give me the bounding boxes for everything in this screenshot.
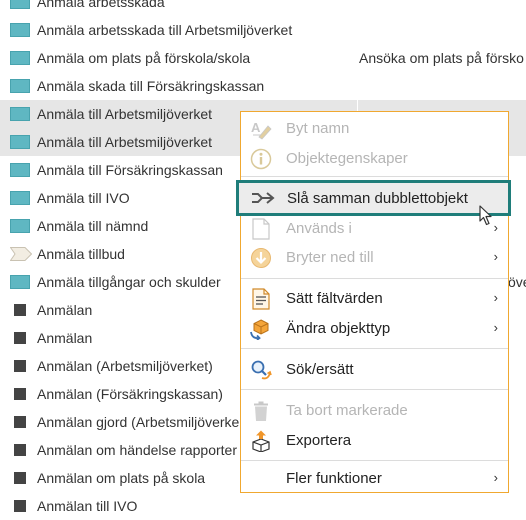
chevron-right-icon: › xyxy=(493,470,498,485)
menu-item-delete-selected[interactable]: Ta bort markerade xyxy=(241,396,508,426)
tag-icon xyxy=(10,247,32,261)
document-icon xyxy=(250,218,272,240)
teal-folder-icon xyxy=(10,191,30,205)
black-square-icon xyxy=(14,444,26,456)
tree-row-label: Anmälan om händelse rapporter xyxy=(37,442,238,458)
tree-row-label: Anmälan (Försäkringskassan) xyxy=(37,386,223,402)
tree-row[interactable]: Anmäla skada till Försäkringskassan xyxy=(0,72,526,100)
context-menu: A Byt namn Objektegenskaper Slå samman d… xyxy=(236,111,511,494)
tree-row-label: Anmäla arbetsskada till Arbetsmiljöverke… xyxy=(37,22,293,38)
trash-icon xyxy=(250,400,272,422)
black-square-icon xyxy=(14,416,26,428)
tree-row-label: Anmälan (Arbetsmiljöverket) xyxy=(37,358,213,374)
chevron-right-icon: › xyxy=(493,290,498,305)
menu-separator xyxy=(241,176,508,177)
tree-row-related-label: Ansöka om plats på försko xyxy=(359,50,524,66)
teal-folder-icon xyxy=(10,219,30,233)
merge-icon xyxy=(251,187,275,209)
rename-icon: A xyxy=(250,118,272,140)
breakdown-icon xyxy=(250,247,272,269)
menu-item-label: Ändra objekttyp xyxy=(286,320,391,337)
export-icon xyxy=(250,430,272,453)
menu-item-label: Sätt fältvärden xyxy=(286,290,383,307)
teal-folder-icon xyxy=(10,51,30,65)
menu-item-label: Fler funktioner xyxy=(286,470,382,487)
menu-item-more-functions[interactable]: Fler funktioner › xyxy=(241,464,508,494)
tree-row[interactable]: Anmäla om plats på förskola/skola Ansöka… xyxy=(0,44,526,72)
tree-row-label: Anmäla skada till Försäkringskassan xyxy=(37,78,265,94)
menu-item-label: Bryter ned till xyxy=(286,249,374,266)
mouse-cursor-icon xyxy=(479,205,495,230)
tree-row-label: Anmäla till Försäkringskassan xyxy=(37,162,223,178)
black-square-icon xyxy=(14,388,26,400)
menu-item-label: Slå samman dubblettobjekt xyxy=(287,190,468,207)
menu-item-object-properties[interactable]: Objektegenskaper xyxy=(241,144,508,174)
menu-item-label: Ta bort markerade xyxy=(286,402,408,419)
tree-row-label: Anmäla till IVO xyxy=(37,190,130,206)
menu-item-breaks-down-to[interactable]: Bryter ned till › xyxy=(241,243,508,273)
menu-item-label: Exportera xyxy=(286,432,352,449)
field-values-icon xyxy=(250,288,272,310)
menu-item-used-in[interactable]: Används i › xyxy=(241,214,508,244)
teal-folder-icon xyxy=(10,0,30,9)
menu-item-set-field-values[interactable]: Sätt fältvärden › xyxy=(241,284,508,314)
black-square-icon xyxy=(14,472,26,484)
teal-folder-icon xyxy=(10,23,30,37)
tree-row-label: Anmälan om plats på skola xyxy=(37,470,206,486)
menu-item-change-object-type[interactable]: Ändra objekttyp › xyxy=(241,314,508,344)
menu-item-label: Objektegenskaper xyxy=(286,150,408,167)
menu-separator xyxy=(241,278,508,279)
menu-separator xyxy=(241,389,508,390)
search-replace-icon xyxy=(250,359,272,381)
tree-row-label: Anmäla arbetsskada xyxy=(37,0,165,10)
tree-row[interactable]: Anmälan till IVO xyxy=(0,492,526,520)
black-square-icon xyxy=(14,500,26,512)
tree-row-label: Anmälan gjord (Arbetsmiljöverke xyxy=(37,414,240,430)
teal-folder-icon xyxy=(10,79,30,93)
tree-row[interactable]: Anmäla arbetsskada till Arbetsmiljöverke… xyxy=(0,16,526,44)
black-square-icon xyxy=(14,304,26,316)
menu-separator xyxy=(241,348,508,349)
tree-row-label: Anmälan till IVO xyxy=(37,498,138,514)
tree-row-label: Anmäla om plats på förskola/skola xyxy=(37,50,251,66)
svg-text:A: A xyxy=(251,120,261,135)
black-square-icon xyxy=(14,332,26,344)
tree-row-label: Anmäla tillgångar och skulder xyxy=(37,274,221,290)
menu-item-rename[interactable]: A Byt namn xyxy=(241,114,508,144)
tree-row-label: Anmälan xyxy=(37,302,93,318)
teal-folder-icon xyxy=(10,135,30,149)
teal-folder-icon xyxy=(10,107,30,121)
tree-row-label: Anmäla till nämnd xyxy=(37,218,149,234)
menu-separator xyxy=(241,460,508,461)
menu-item-search-replace[interactable]: Sök/ersätt xyxy=(241,355,508,385)
tree-row-related-label: öve xyxy=(508,274,526,290)
menu-item-label: Sök/ersätt xyxy=(286,361,354,378)
change-type-icon xyxy=(250,318,272,341)
menu-item-label: Används i xyxy=(286,220,352,237)
teal-folder-icon xyxy=(10,163,30,177)
tree-row-label: Anmäla till Arbetsmiljöverket xyxy=(37,134,213,150)
info-icon xyxy=(250,148,272,170)
menu-item-label: Byt namn xyxy=(286,120,350,137)
chevron-right-icon: › xyxy=(493,249,498,264)
tree-row-label: Anmäla till Arbetsmiljöverket xyxy=(37,106,213,122)
menu-item-merge-duplicates[interactable]: Slå samman dubblettobjekt xyxy=(236,180,511,216)
tree-row-label: Anmälan xyxy=(37,330,93,346)
chevron-right-icon: › xyxy=(493,320,498,335)
teal-folder-icon xyxy=(10,275,30,289)
black-square-icon xyxy=(14,360,26,372)
tree-row[interactable]: Anmäla arbetsskada xyxy=(0,0,526,16)
menu-item-export[interactable]: Exportera xyxy=(241,426,508,456)
tree-row-label: Anmäla tillbud xyxy=(37,246,125,262)
